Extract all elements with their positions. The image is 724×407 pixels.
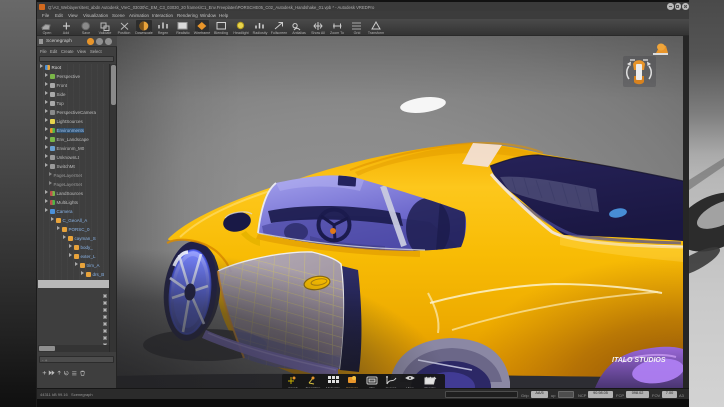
svg-text:Regen: Regen [158,31,169,35]
svg-text:Save: Save [82,31,90,35]
svg-text:Wireframe: Wireframe [194,31,211,35]
svg-text:Blending: Blending [214,31,228,35]
svg-text:Open: Open [43,31,52,35]
svg-text:Transform: Transform [368,31,384,35]
svg-text:ITALO STUDIOS: ITALO STUDIOS [612,357,666,364]
svg-text:Show All: Show All [311,31,325,35]
svg-text:Zoom To: Zoom To [330,31,344,35]
svg-text:Headlight: Headlight [233,31,248,35]
svg-text:Validate: Validate [99,31,112,35]
svg-text:Add: Add [63,31,69,35]
svg-text:Position: Position [118,31,131,35]
svg-text:Antialias: Antialias [292,31,306,35]
svg-text:Downscale: Downscale [135,31,153,35]
svg-text:Radiosity: Radiosity [253,31,268,35]
svg-text:Grid: Grid [354,31,361,35]
svg-text:Fullscreen: Fullscreen [271,31,288,35]
svg-text:Realistic: Realistic [176,31,190,35]
